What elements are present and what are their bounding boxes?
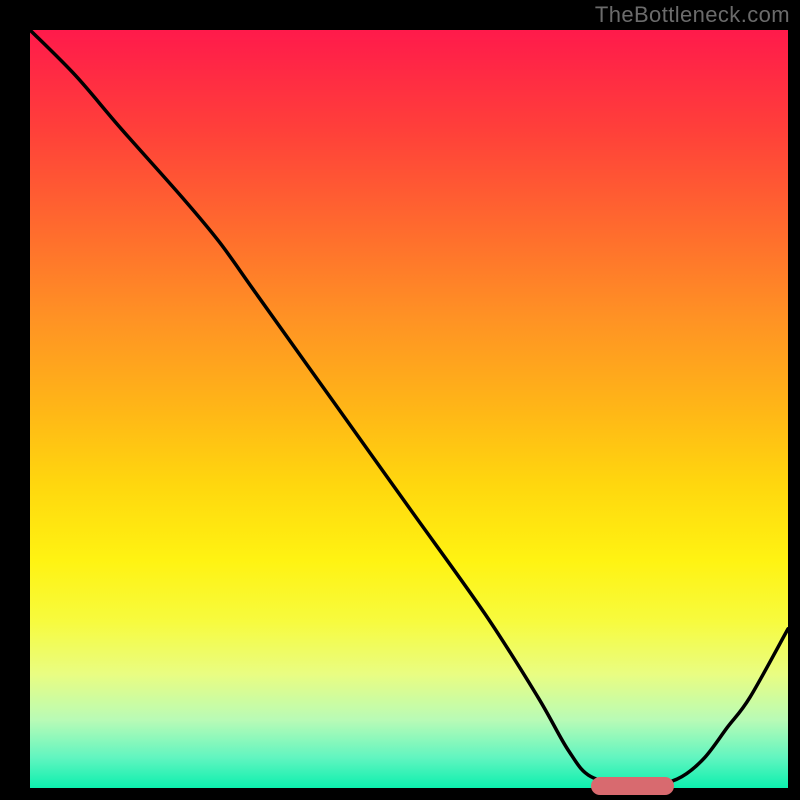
highlight-marker <box>591 777 674 795</box>
watermark-text: TheBottleneck.com <box>595 2 790 28</box>
curve-svg <box>30 30 788 788</box>
chart-frame: TheBottleneck.com <box>0 0 800 800</box>
plot-area <box>30 30 788 788</box>
bottleneck-curve <box>30 30 788 785</box>
